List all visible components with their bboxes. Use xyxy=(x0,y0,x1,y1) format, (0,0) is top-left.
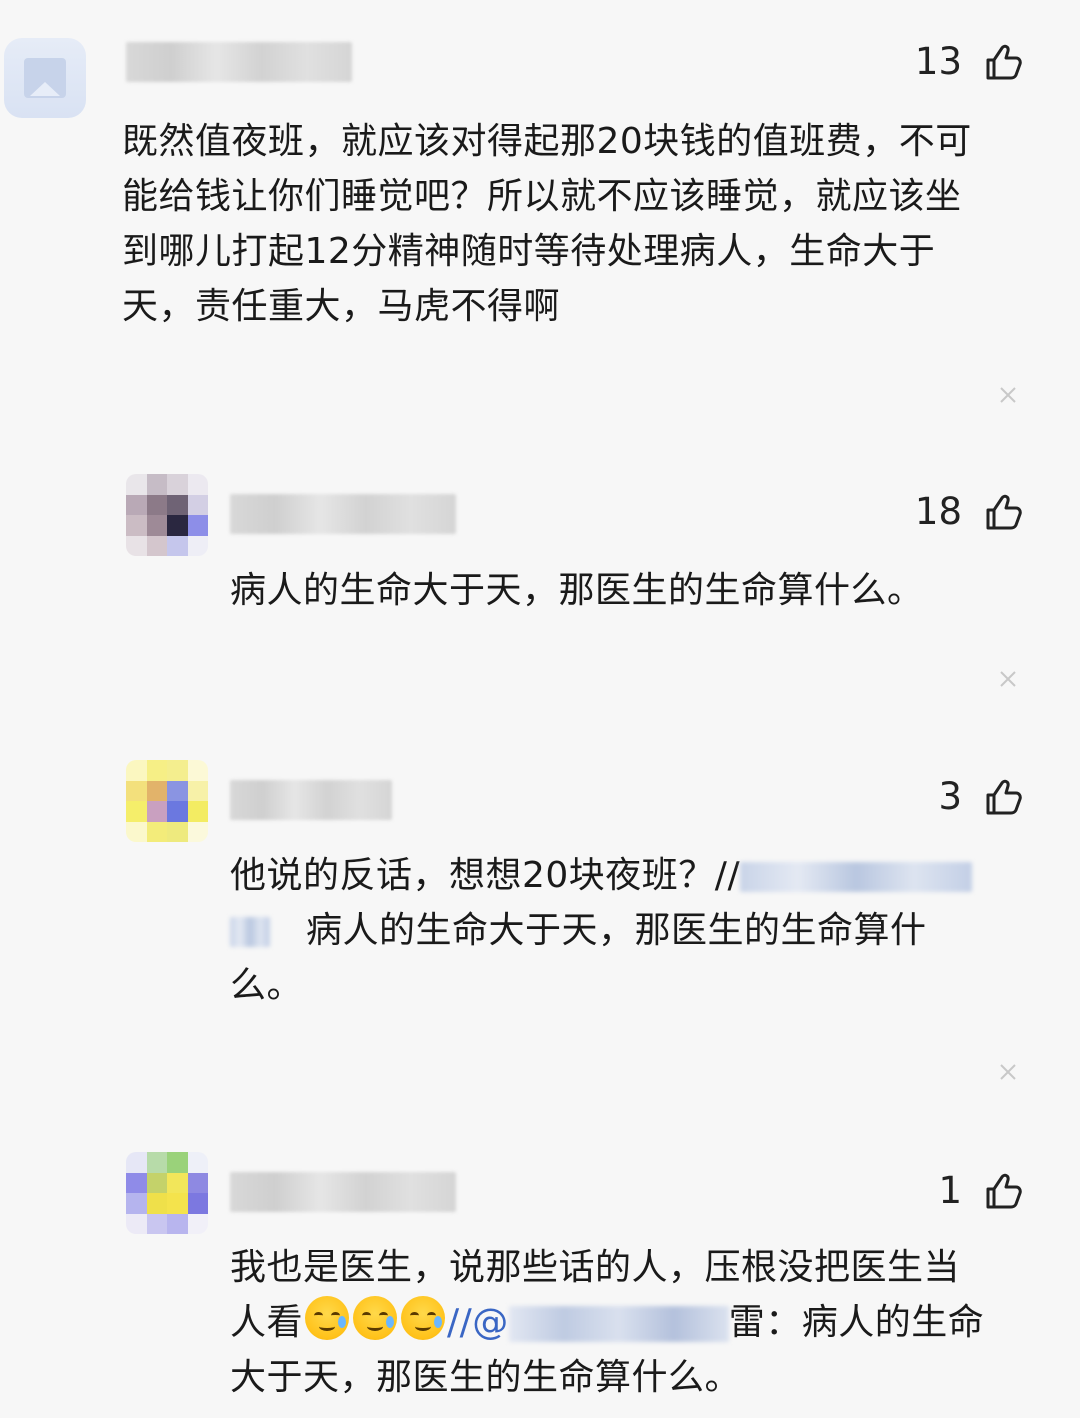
close-icon[interactable] xyxy=(998,669,1018,689)
close-icon[interactable] xyxy=(998,385,1018,405)
mention-link[interactable] xyxy=(230,917,270,947)
comment-line: 到哪儿打起12分精神随时等待处理病人，生命大于 xyxy=(122,231,936,272)
comment-line: 我也是医生，说那些话的人，压根没把医生当 xyxy=(230,1247,961,1288)
username[interactable] xyxy=(126,42,352,82)
comment-text-segment: 雷：病人的生命 xyxy=(728,1302,985,1343)
thumbs-up-icon[interactable] xyxy=(983,492,1023,532)
username[interactable] xyxy=(230,494,456,534)
avatar[interactable] xyxy=(126,760,208,842)
like-count: 18 xyxy=(914,490,962,533)
comment-line: 大于天，那医生的生命算什么。 xyxy=(230,1357,742,1398)
crying-emoji-icon xyxy=(353,1296,398,1340)
mention-link[interactable] xyxy=(508,1306,729,1342)
username[interactable] xyxy=(230,1172,456,1212)
avatar[interactable] xyxy=(4,38,86,118)
comment-text-segment: 病人的生命大于天，那医生的生命算什 xyxy=(306,910,927,951)
mention-link[interactable] xyxy=(740,862,973,892)
comment-line: 他说的反话，想想20块夜班？// xyxy=(230,848,1030,903)
comment-line: 人看 //@ 雷：病人的生命 xyxy=(230,1295,1030,1350)
thumbs-up-icon[interactable] xyxy=(983,1171,1023,1211)
comment-line: 么。 xyxy=(230,965,304,1006)
avatar[interactable] xyxy=(126,1152,208,1234)
crying-emoji-icon xyxy=(305,1296,350,1340)
thumbs-up-icon[interactable] xyxy=(983,42,1023,82)
comment-text: 他说的反话，想想20块夜班？// 病人的生命大于天，那医生的生命算什 么。 xyxy=(230,848,1030,1013)
like-count: 13 xyxy=(914,40,962,83)
comment-text: 病人的生命大于天，那医生的生命算什么。 xyxy=(230,570,924,611)
comment-text-segment: 他说的反话，想想20块夜班？// xyxy=(230,855,741,896)
avatar-mosaic xyxy=(126,474,208,556)
username[interactable] xyxy=(230,780,392,820)
mention-prefix[interactable]: //@ xyxy=(447,1302,509,1343)
like-count: 1 xyxy=(938,1169,962,1212)
comment-line: 病人的生命大于天，那医生的生命算什 xyxy=(230,903,1030,958)
thumbs-up-icon[interactable] xyxy=(983,777,1023,817)
comment-line: 天，责任重大，马虎不得啊 xyxy=(122,286,561,327)
comment-line: 能给钱让你们睡觉吧？所以就不应该睡觉，就应该坐 xyxy=(122,176,962,217)
comment-text: 既然值夜班，就应该对得起那20块钱的值班费，不可 能给钱让你们睡觉吧？所以就不应… xyxy=(122,114,1022,334)
comment-line: 既然值夜班，就应该对得起那20块钱的值班费，不可 xyxy=(122,121,972,162)
avatar-mosaic xyxy=(126,1152,208,1234)
crying-emoji-icon xyxy=(401,1296,446,1340)
comment-text-segment: 人看 xyxy=(230,1302,304,1343)
avatar-placeholder-icon xyxy=(24,58,66,98)
avatar[interactable] xyxy=(126,474,208,556)
avatar-mosaic xyxy=(126,760,208,842)
comment-text: 我也是医生，说那些话的人，压根没把医生当 人看 //@ 雷：病人的生命 大于天，那医… xyxy=(230,1240,1030,1405)
close-icon[interactable] xyxy=(998,1062,1018,1082)
like-count: 3 xyxy=(938,775,962,818)
